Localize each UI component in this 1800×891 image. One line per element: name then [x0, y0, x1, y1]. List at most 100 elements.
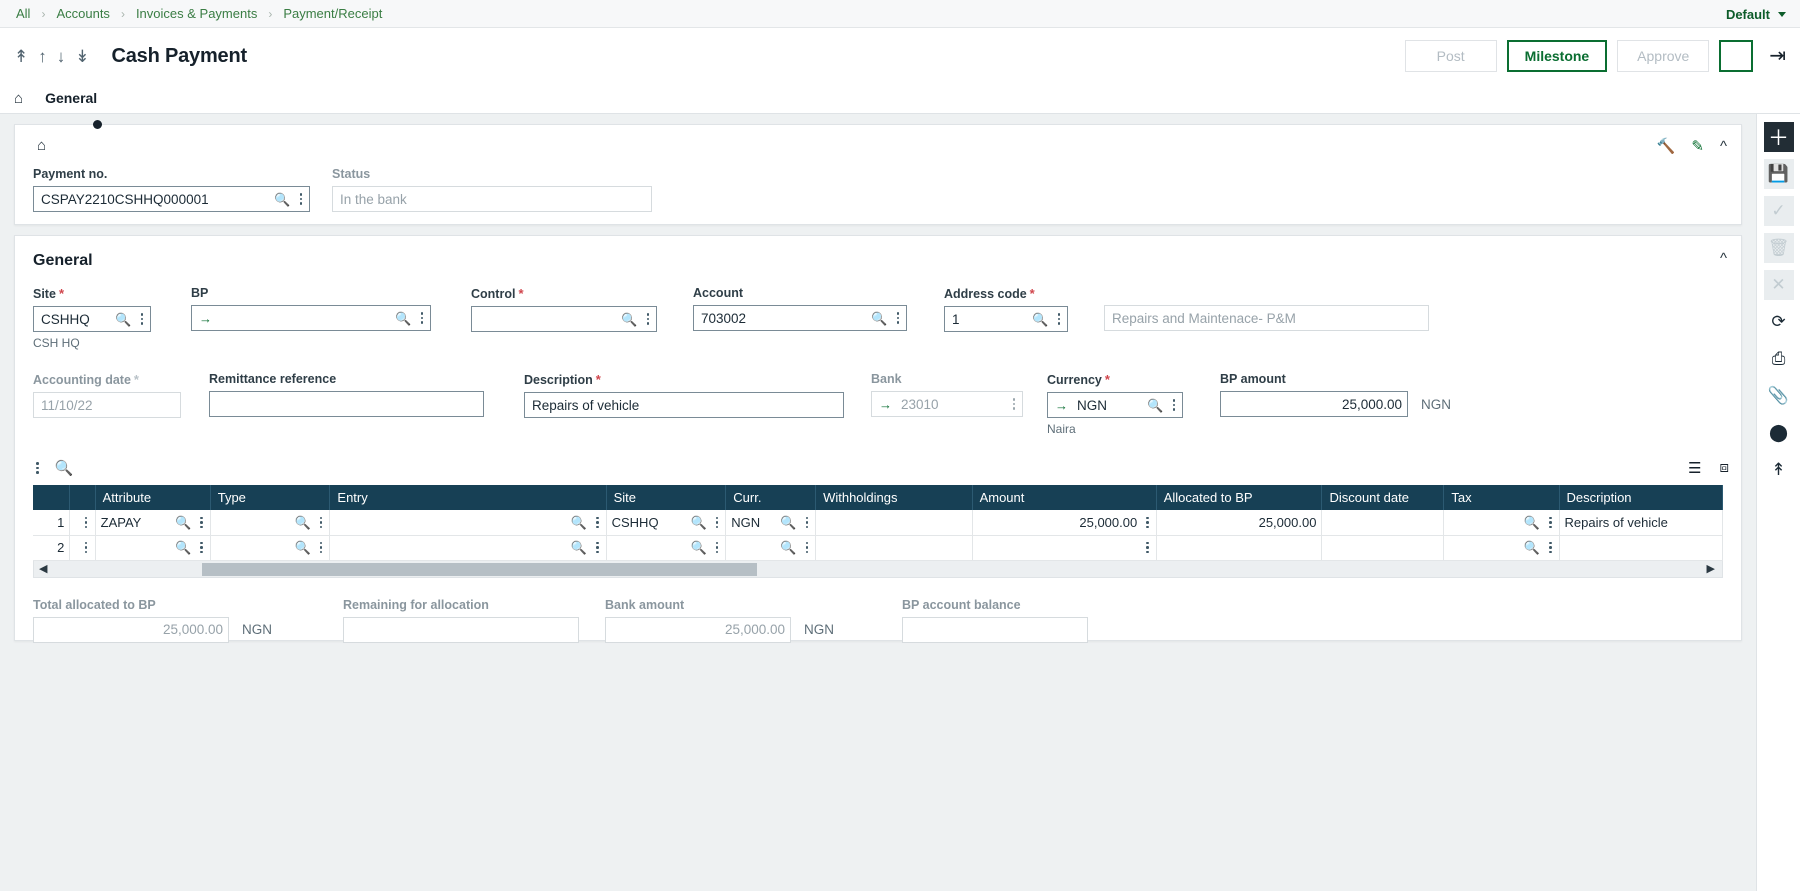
- last-arrow-icon[interactable]: ↡: [75, 48, 89, 65]
- row-actions-cell[interactable]: [69, 510, 96, 536]
- cell-type[interactable]: 🔍: [210, 510, 331, 536]
- search-icon[interactable]: 🔍: [395, 312, 411, 325]
- description-input[interactable]: Repairs of vehicle: [524, 392, 844, 418]
- approve-button[interactable]: Approve: [1617, 40, 1710, 72]
- cell-amount[interactable]: 25,000.00: [972, 510, 1157, 536]
- add-icon[interactable]: ＋: [1763, 122, 1794, 152]
- search-icon[interactable]: 🔍: [115, 313, 131, 326]
- payment-no-input[interactable]: CSPAY2210CSHHQ000001 🔍: [33, 186, 310, 212]
- kebab-menu-icon[interactable]: [1719, 40, 1754, 72]
- cell-description[interactable]: Repairs of vehicle: [1559, 510, 1723, 536]
- search-icon[interactable]: 🔍: [571, 516, 587, 529]
- bp-amount-input[interactable]: 25,000.00: [1220, 391, 1408, 417]
- refresh-icon[interactable]: ⟳: [1764, 307, 1794, 337]
- bp-input[interactable]: → 🔍: [191, 305, 431, 331]
- kebab-menu-icon[interactable]: [318, 541, 325, 555]
- column-header-allocated-to-bp[interactable]: Allocated to BP: [1156, 485, 1323, 510]
- address-code-input[interactable]: 1 🔍: [944, 306, 1068, 332]
- kebab-menu-icon[interactable]: [1547, 541, 1554, 555]
- kebab-menu-icon[interactable]: [80, 516, 91, 530]
- breadcrumb-item-all[interactable]: All: [14, 6, 32, 21]
- scroll-right-arrow-icon[interactable]: ▶: [1707, 562, 1715, 575]
- column-header-attribute[interactable]: Attribute: [95, 485, 211, 510]
- search-icon[interactable]: 🔍: [1032, 313, 1048, 326]
- search-icon[interactable]: 🔍: [691, 516, 707, 529]
- column-header-tax[interactable]: Tax: [1443, 485, 1560, 510]
- search-icon[interactable]: 🔍: [1147, 399, 1163, 412]
- kebab-menu-icon[interactable]: [80, 541, 91, 555]
- search-icon[interactable]: 🔍: [295, 541, 311, 554]
- kebab-menu-icon[interactable]: [34, 461, 41, 475]
- link-arrow-icon[interactable]: →: [199, 311, 212, 326]
- breadcrumb-item-payment-receipt[interactable]: Payment/Receipt: [281, 6, 384, 21]
- column-header-withholdings[interactable]: Withholdings: [815, 485, 973, 510]
- kebab-menu-icon[interactable]: [804, 516, 811, 530]
- kebab-menu-icon[interactable]: [1056, 312, 1063, 326]
- cell-attribute[interactable]: 🔍: [95, 535, 211, 561]
- scroll-left-arrow-icon[interactable]: ◀: [39, 562, 47, 575]
- search-icon[interactable]: 🔍: [871, 312, 887, 325]
- cell-description[interactable]: [1559, 535, 1723, 561]
- exit-icon[interactable]: ⇥: [1769, 46, 1786, 66]
- search-icon[interactable]: 🔍: [780, 516, 796, 529]
- kebab-menu-icon[interactable]: [714, 516, 721, 530]
- cell-amount[interactable]: [972, 535, 1157, 561]
- account-input[interactable]: 703002 🔍: [693, 305, 907, 331]
- first-arrow-icon[interactable]: ↟: [14, 48, 28, 65]
- cell-type[interactable]: 🔍: [210, 535, 331, 561]
- tab-general[interactable]: General: [45, 90, 97, 108]
- breadcrumb-item-accounts[interactable]: Accounts: [54, 6, 111, 21]
- cell-site[interactable]: 🔍: [606, 535, 727, 561]
- post-button[interactable]: Post: [1404, 40, 1497, 72]
- search-icon[interactable]: 🔍: [571, 541, 587, 554]
- pencil-icon[interactable]: ✎: [1691, 137, 1704, 155]
- milestone-button[interactable]: Milestone: [1506, 40, 1608, 72]
- column-header-type[interactable]: Type: [210, 485, 331, 510]
- attachment-icon[interactable]: 📎: [1764, 381, 1794, 411]
- home-icon[interactable]: ⌂: [15, 125, 1741, 154]
- search-icon[interactable]: 🔍: [295, 516, 311, 529]
- currency-input[interactable]: → NGN 🔍: [1047, 392, 1183, 418]
- kebab-menu-icon[interactable]: [804, 541, 811, 555]
- link-arrow-icon[interactable]: →: [879, 397, 892, 412]
- search-icon[interactable]: 🔍: [175, 541, 191, 554]
- cell-attribute[interactable]: ZAPAY 🔍: [95, 510, 211, 536]
- down-arrow-icon[interactable]: ↓: [57, 48, 66, 65]
- search-icon[interactable]: 🔍: [621, 313, 637, 326]
- kebab-menu-icon[interactable]: [1144, 541, 1151, 555]
- column-header-actions[interactable]: [69, 485, 96, 510]
- chevron-up-icon[interactable]: ^: [1720, 250, 1727, 267]
- cell-entry[interactable]: 🔍: [329, 510, 607, 536]
- column-header-amount[interactable]: Amount: [972, 485, 1157, 510]
- kebab-menu-icon[interactable]: [1171, 398, 1178, 412]
- table-row[interactable]: 2 🔍 🔍 🔍 🔍 🔍 🔍: [33, 535, 1723, 561]
- search-icon[interactable]: 🔍: [691, 541, 707, 554]
- kebab-menu-icon[interactable]: [645, 312, 652, 326]
- cell-curr[interactable]: NGN 🔍: [725, 510, 817, 536]
- search-icon[interactable]: 🔍: [55, 459, 74, 477]
- search-icon[interactable]: 🔍: [175, 516, 191, 529]
- kebab-menu-icon[interactable]: [1144, 516, 1151, 530]
- cell-allocated-to-bp[interactable]: [1156, 535, 1323, 561]
- table-row[interactable]: 1 ZAPAY 🔍 🔍 🔍 CSHHQ 🔍 NGN 🔍 25,000.00 25…: [33, 510, 1723, 536]
- kebab-menu-icon[interactable]: [714, 541, 721, 555]
- column-header-description[interactable]: Description: [1559, 485, 1723, 510]
- kebab-menu-icon[interactable]: [1547, 516, 1554, 530]
- kebab-menu-icon[interactable]: [198, 516, 205, 530]
- chevron-down-icon[interactable]: [1778, 11, 1786, 17]
- kebab-menu-icon[interactable]: [594, 516, 601, 530]
- up-arrow-icon[interactable]: ↑: [38, 48, 47, 65]
- row-actions-cell[interactable]: [69, 535, 96, 561]
- expand-icon[interactable]: ⧈: [1719, 459, 1729, 477]
- cell-entry[interactable]: 🔍: [329, 535, 607, 561]
- layers-icon[interactable]: ☰: [1688, 459, 1701, 477]
- search-icon[interactable]: 🔍: [1524, 541, 1540, 554]
- search-icon[interactable]: 🔍: [1524, 516, 1540, 529]
- column-header-curr[interactable]: Curr.: [725, 485, 817, 510]
- chevron-up-icon[interactable]: ^: [1720, 138, 1727, 155]
- control-input[interactable]: 🔍: [471, 306, 657, 332]
- cell-tax[interactable]: 🔍: [1443, 510, 1560, 536]
- search-icon[interactable]: 🔍: [780, 541, 796, 554]
- share-icon[interactable]: ↟: [1764, 455, 1794, 485]
- kebab-menu-icon[interactable]: [419, 311, 426, 325]
